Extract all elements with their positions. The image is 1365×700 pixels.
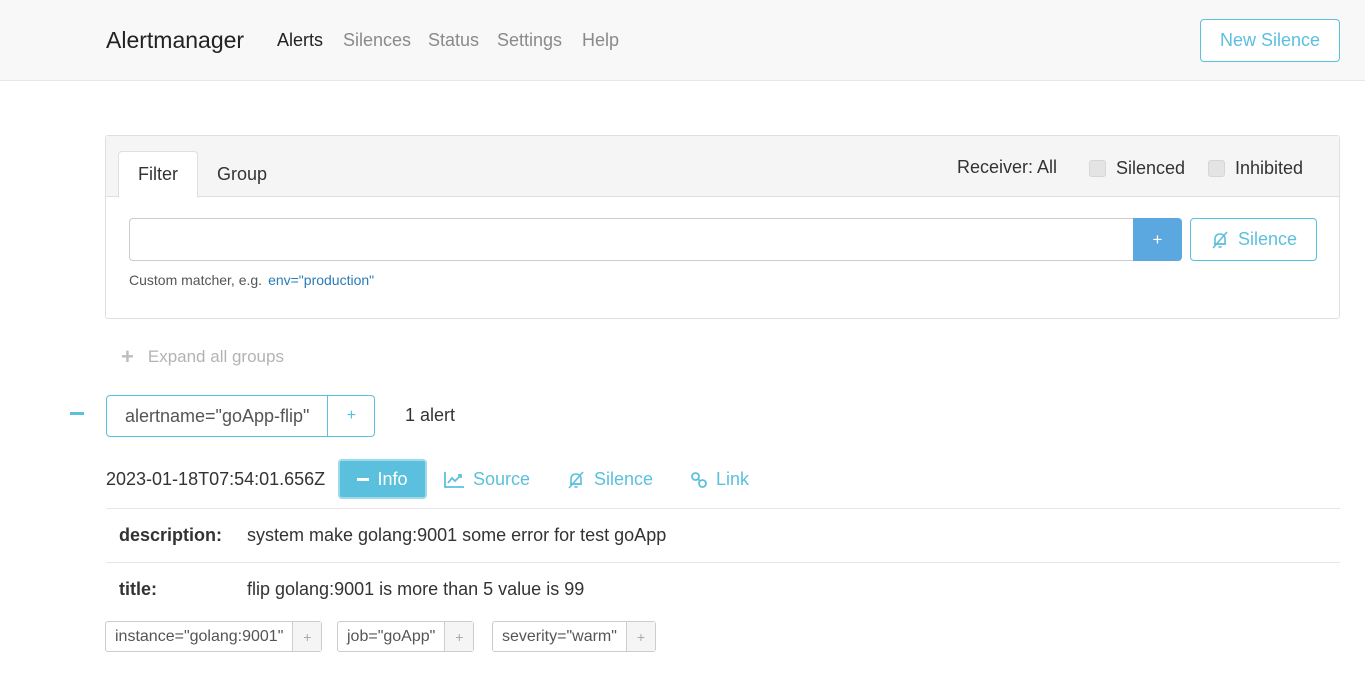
label-chip-job: job="goApp" + <box>337 621 475 652</box>
group-label-add-button[interactable]: + <box>328 396 374 436</box>
plus-icon: + <box>121 344 134 369</box>
link-label: Link <box>716 469 750 489</box>
expand-all-groups-button[interactable]: + Expand all groups <box>121 346 284 368</box>
add-matcher-button[interactable]: + <box>1133 218 1182 261</box>
inhibited-checkbox-box[interactable] <box>1208 160 1225 177</box>
label-chip-instance: instance="golang:9001" + <box>105 621 323 652</box>
label-chip-text[interactable]: job="goApp" <box>338 622 446 651</box>
nav-alerts[interactable]: Alerts <box>277 30 323 51</box>
matcher-hint-text: Custom matcher, e.g. <box>129 272 263 288</box>
bell-slash-icon <box>1212 230 1228 249</box>
filter-card-header: Filter Group Receiver: All Silenced Inhi… <box>106 136 1339 198</box>
chart-line-icon <box>444 471 464 488</box>
filter-silence-label: Silence <box>1237 229 1298 249</box>
annotation-key: description: <box>119 525 223 545</box>
alert-timestamp: 2023-01-18T07:54:01.656Z <box>106 469 326 489</box>
inhibited-checkbox[interactable]: Inhibited <box>1208 158 1303 179</box>
annotation-key: title: <box>119 579 157 599</box>
annotation-row: title: flip golang:9001 is more than 5 v… <box>106 562 1340 616</box>
label-chip-add-button[interactable]: + <box>293 622 322 651</box>
nav-settings[interactable]: Settings <box>497 30 562 51</box>
silenced-checkbox[interactable]: Silenced <box>1089 158 1185 179</box>
nav-status[interactable]: Status <box>428 30 479 51</box>
filter-input[interactable] <box>129 218 1133 261</box>
expand-all-label: Expand all groups <box>147 347 284 366</box>
info-label: Info <box>377 468 408 489</box>
nav-silences[interactable]: Silences <box>343 30 411 51</box>
filter-card: Filter Group Receiver: All Silenced Inhi… <box>105 135 1340 319</box>
label-chip-add-button[interactable]: + <box>445 622 474 651</box>
brand[interactable]: Alertmanager <box>106 27 244 54</box>
nav-help[interactable]: Help <box>582 30 619 51</box>
label-chip-text[interactable]: instance="golang:9001" <box>106 622 294 651</box>
source-label: Source <box>473 469 531 489</box>
label-chip-severity: severity="warm" + <box>492 621 656 652</box>
tab-group[interactable]: Group <box>202 151 282 197</box>
matcher-hint: Custom matcher, e.g. env="production" <box>129 272 374 288</box>
alert-silence-label: Silence <box>594 469 654 489</box>
silenced-checkbox-box[interactable] <box>1089 160 1106 177</box>
receiver-select[interactable]: Receiver: All <box>957 157 1057 178</box>
tab-filter[interactable]: Filter <box>118 151 198 198</box>
label-chip-text[interactable]: severity="warm" <box>493 622 627 651</box>
source-link[interactable]: Source <box>444 469 530 490</box>
group-label: alertname="goApp-flip" + <box>106 395 376 437</box>
inhibited-checkbox-label: Inhibited <box>1235 158 1304 178</box>
filter-silence-button[interactable]: Silence <box>1190 218 1317 261</box>
link-button[interactable]: Link <box>690 469 749 490</box>
matcher-hint-example: env="production" <box>268 272 375 288</box>
alert-count: 1 alert <box>405 405 456 425</box>
collapse-group-icon[interactable] <box>70 412 84 415</box>
new-silence-button[interactable]: New Silence <box>1200 19 1340 62</box>
label-chip-add-button[interactable]: + <box>626 622 655 651</box>
link-icon <box>691 471 707 488</box>
annotation-value: system make golang:9001 some error for t… <box>247 525 667 545</box>
bell-slash-icon <box>568 470 584 489</box>
annotation-value: flip golang:9001 is more than 5 value is… <box>247 579 585 599</box>
info-toggle-button[interactable]: Info <box>338 459 427 499</box>
navbar: Alertmanager Alerts Silences Status Sett… <box>0 0 1365 81</box>
annotation-row: description: system make golang:9001 som… <box>106 508 1340 562</box>
minus-icon <box>357 477 370 481</box>
alert-silence-link[interactable]: Silence <box>566 469 653 490</box>
silenced-checkbox-label: Silenced <box>1116 158 1186 178</box>
group-label-text[interactable]: alertname="goApp-flip" <box>107 396 329 436</box>
